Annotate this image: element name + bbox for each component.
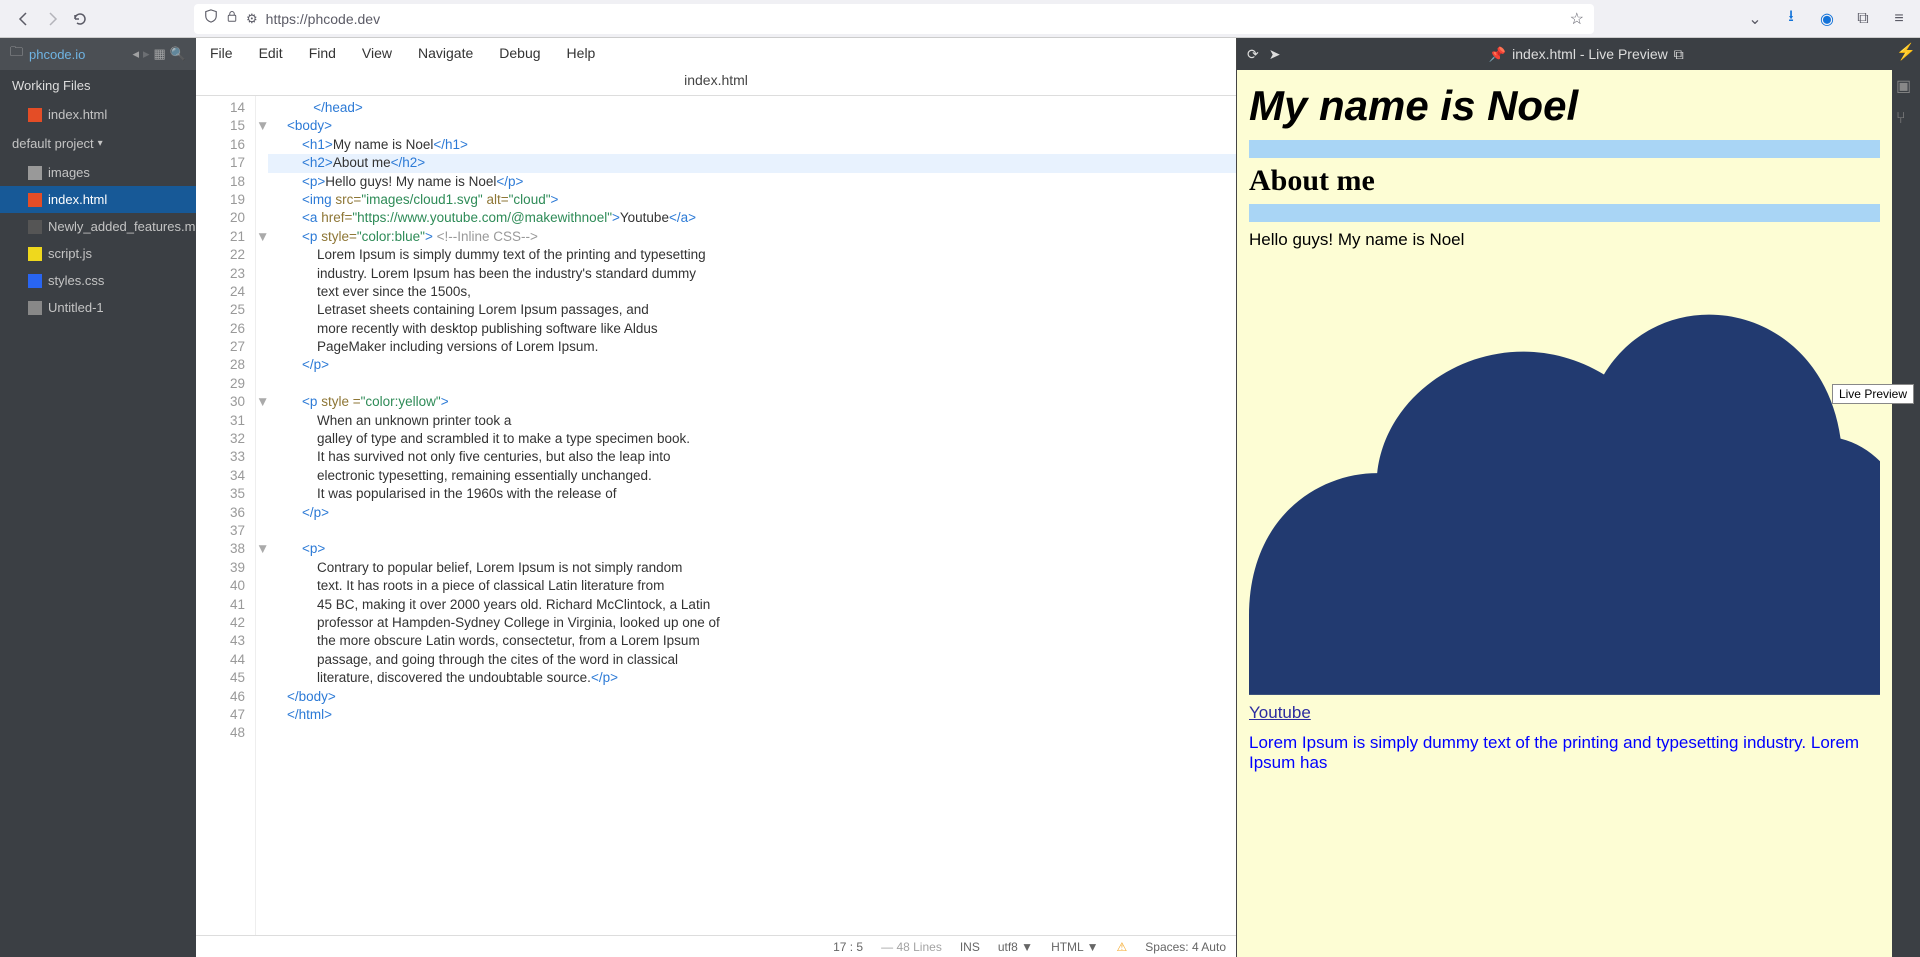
- working-files-header: Working Files: [0, 70, 196, 101]
- ins-mode[interactable]: INS: [960, 940, 980, 954]
- working-file[interactable]: index.html: [0, 101, 196, 128]
- right-toolbar: ⚡ ▣ ⑂: [1892, 38, 1920, 957]
- popout-icon[interactable]: ⧉: [1674, 46, 1684, 63]
- tree-item[interactable]: Newly_added_features.m: [0, 213, 196, 240]
- indent-settings[interactable]: Spaces: 4 Auto: [1145, 940, 1226, 954]
- hamburger-icon[interactable]: ≡: [1888, 8, 1910, 30]
- account-icon[interactable]: ◉: [1816, 8, 1838, 30]
- url-input[interactable]: [266, 11, 1562, 27]
- status-bar: 17 : 5 — 48 Lines INS utf8 ▼ HTML ▼ ⚠ Sp…: [196, 935, 1236, 957]
- fold-gutter[interactable]: ▼▼▼▼: [256, 96, 268, 935]
- line-gutter: 1415161718192021222324252627282930313233…: [196, 96, 256, 935]
- preview-bar: ⟳ ➤ 📌 index.html - Live Preview ⧉: [1237, 38, 1892, 70]
- preview-hr1: [1249, 140, 1880, 158]
- file-icon: [28, 220, 42, 234]
- refresh-icon[interactable]: ⟳: [1247, 46, 1259, 63]
- settings-slider-icon: ⚙: [246, 11, 258, 27]
- preview-title: index.html - Live Preview: [1512, 46, 1668, 62]
- menu-debug[interactable]: Debug: [499, 45, 540, 61]
- extensions-panel-icon[interactable]: ▣: [1896, 76, 1916, 96]
- next-icon[interactable]: ▸: [143, 46, 150, 62]
- pin-icon[interactable]: 📌: [1489, 46, 1506, 63]
- cursor-pos[interactable]: 17 : 5: [833, 940, 863, 954]
- back-button[interactable]: [10, 5, 38, 33]
- preview-link[interactable]: Youtube: [1249, 703, 1311, 722]
- browser-toolbar: ⚙ ☆ ⌄ ⭳ ◉ ⧉ ≡: [0, 0, 1920, 38]
- pocket-icon[interactable]: ⌄: [1744, 8, 1766, 30]
- preview-blue-paragraph: Lorem Ipsum is simply dummy text of the …: [1249, 733, 1880, 773]
- bookmark-star-icon[interactable]: ☆: [1570, 9, 1584, 29]
- prev-icon[interactable]: ◂: [132, 46, 139, 62]
- lock-icon: [226, 9, 238, 28]
- tree-item[interactable]: styles.css: [0, 267, 196, 294]
- file-icon: [28, 247, 42, 261]
- live-preview-panel: ⟳ ➤ 📌 index.html - Live Preview ⧉ My nam…: [1236, 38, 1892, 957]
- menu-navigate[interactable]: Navigate: [418, 45, 473, 61]
- menu-bar: File Edit Find View Navigate Debug Help: [196, 38, 1236, 68]
- sidebar: 🗀 phcode.io ◂ ▸ ▦ 🔍 Working Files index.…: [0, 38, 196, 957]
- cloud-image: [1249, 258, 1880, 698]
- file-icon: [28, 274, 42, 288]
- menu-edit[interactable]: Edit: [259, 45, 283, 61]
- file-icon: [28, 193, 42, 207]
- file-icon: [28, 166, 42, 180]
- tree-item[interactable]: images: [0, 159, 196, 186]
- menu-view[interactable]: View: [362, 45, 392, 61]
- shield-icon: [204, 9, 218, 28]
- code-body[interactable]: </head> <body> <h1>My name is Noel</h1> …: [268, 96, 1236, 935]
- preview-hr2: [1249, 204, 1880, 222]
- warning-icon[interactable]: ⚠: [1117, 940, 1128, 954]
- project-selector[interactable]: default project ▾: [0, 128, 196, 159]
- reload-button[interactable]: [66, 5, 94, 33]
- live-preview-toggle[interactable]: ⚡: [1896, 42, 1916, 62]
- menu-find[interactable]: Find: [309, 45, 336, 61]
- search-icon[interactable]: 🔍: [170, 46, 186, 62]
- tree-item[interactable]: script.js: [0, 240, 196, 267]
- split-icon[interactable]: ▦: [154, 46, 166, 62]
- browser-right-icons: ⌄ ⭳ ◉ ⧉ ≡: [1744, 8, 1910, 30]
- encoding[interactable]: utf8 ▼: [998, 940, 1033, 954]
- chevron-down-icon: ▾: [98, 138, 103, 149]
- editor-tab[interactable]: index.html: [196, 68, 1236, 96]
- language[interactable]: HTML ▼: [1051, 940, 1098, 954]
- file-icon: [28, 301, 42, 315]
- project-name: phcode.io: [29, 47, 85, 62]
- forward-button[interactable]: [38, 5, 66, 33]
- tree-item[interactable]: Untitled-1: [0, 294, 196, 321]
- folder-icon: 🗀: [10, 43, 23, 65]
- project-bar[interactable]: 🗀 phcode.io ◂ ▸ ▦ 🔍: [0, 38, 196, 70]
- file-icon: [28, 108, 42, 122]
- preview-h2: About me: [1249, 164, 1880, 198]
- tree-item[interactable]: index.html: [0, 186, 196, 213]
- cursor-icon[interactable]: ➤: [1269, 46, 1281, 63]
- extensions-icon[interactable]: ⧉: [1852, 8, 1874, 30]
- editor: File Edit Find View Navigate Debug Help index.…: [196, 38, 1236, 957]
- preview-h1: My name is Noel: [1249, 82, 1880, 130]
- address-bar[interactable]: ⚙ ☆: [194, 4, 1594, 34]
- download-icon[interactable]: ⭳: [1780, 8, 1802, 30]
- preview-p1: Hello guys! My name is Noel: [1249, 230, 1880, 250]
- menu-help[interactable]: Help: [567, 45, 596, 61]
- code-area[interactable]: 1415161718192021222324252627282930313233…: [196, 96, 1236, 935]
- menu-file[interactable]: File: [210, 45, 233, 61]
- preview-body: My name is Noel About me Hello guys! My …: [1237, 70, 1892, 957]
- line-count: — 48 Lines: [881, 940, 942, 954]
- live-preview-tooltip: Live Preview: [1832, 384, 1914, 404]
- share-icon[interactable]: ⑂: [1896, 110, 1916, 130]
